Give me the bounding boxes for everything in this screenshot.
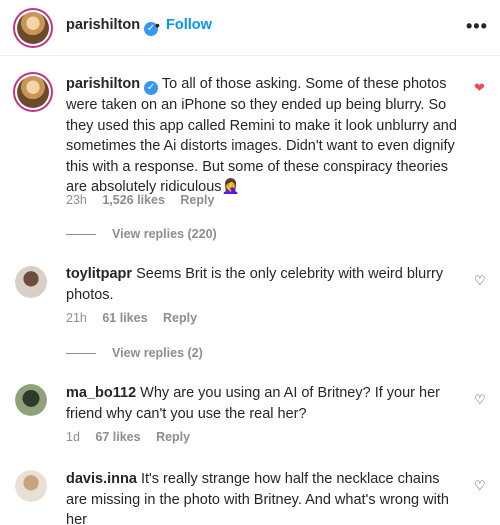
comment-likes[interactable]: 61 likes xyxy=(102,311,147,325)
avatar[interactable] xyxy=(13,8,53,48)
avatar[interactable] xyxy=(13,72,53,112)
heart-outline-icon[interactable]: ♡ xyxy=(474,273,486,289)
comment-time: 1d xyxy=(66,430,80,444)
verified-icon: ✓ xyxy=(144,81,159,95)
comment-likes[interactable]: 1,526 likes xyxy=(102,193,165,207)
comment-username[interactable]: davis.inna xyxy=(66,471,137,487)
heart-outline-icon[interactable]: ♡ xyxy=(474,392,486,408)
view-replies-button[interactable]: View replies (220) xyxy=(66,227,217,241)
divider-line xyxy=(66,353,96,355)
post-header: parishilton ✓ • Follow ••• xyxy=(0,0,500,56)
follow-button[interactable]: Follow xyxy=(166,17,212,33)
avatar[interactable] xyxy=(15,470,47,502)
comment-username[interactable]: ma_bo112 xyxy=(66,385,136,401)
separator-dot: • xyxy=(155,17,160,33)
comment-meta: 21h 61 likes Reply xyxy=(66,311,209,325)
comment-username[interactable]: parishilton xyxy=(66,76,140,92)
avatar[interactable] xyxy=(15,266,47,298)
comment-meta: 1d 67 likes Reply xyxy=(66,430,202,444)
header-username[interactable]: parishilton ✓ xyxy=(66,17,159,36)
comment-body: To all of those asking. Some of these ph… xyxy=(66,76,457,195)
comment-text: ma_bo112 Why are you using an AI of Brit… xyxy=(66,383,462,424)
comment-meta: 23h 1,526 likes Reply xyxy=(66,193,226,207)
comment-time: 23h xyxy=(66,193,87,207)
avatar[interactable] xyxy=(15,384,47,416)
heart-outline-icon[interactable]: ♡ xyxy=(474,478,486,494)
reply-button[interactable]: Reply xyxy=(163,311,197,325)
view-replies-button[interactable]: View replies (2) xyxy=(66,346,203,360)
reply-button[interactable]: Reply xyxy=(156,430,190,444)
comment-text: davis.inna It's really strange how half … xyxy=(66,469,462,525)
reply-button[interactable]: Reply xyxy=(180,193,214,207)
comment-text: toylitpapr Seems Brit is the only celebr… xyxy=(66,264,462,305)
divider-line xyxy=(66,234,96,236)
comment-likes[interactable]: 67 likes xyxy=(95,430,140,444)
heart-filled-icon[interactable]: ❤ xyxy=(474,80,485,96)
comment-time: 21h xyxy=(66,311,87,325)
more-options-icon[interactable]: ••• xyxy=(466,16,488,37)
comment-username[interactable]: toylitpapr xyxy=(66,266,132,282)
comment-text: parishilton ✓ To all of those asking. Som… xyxy=(66,74,462,198)
